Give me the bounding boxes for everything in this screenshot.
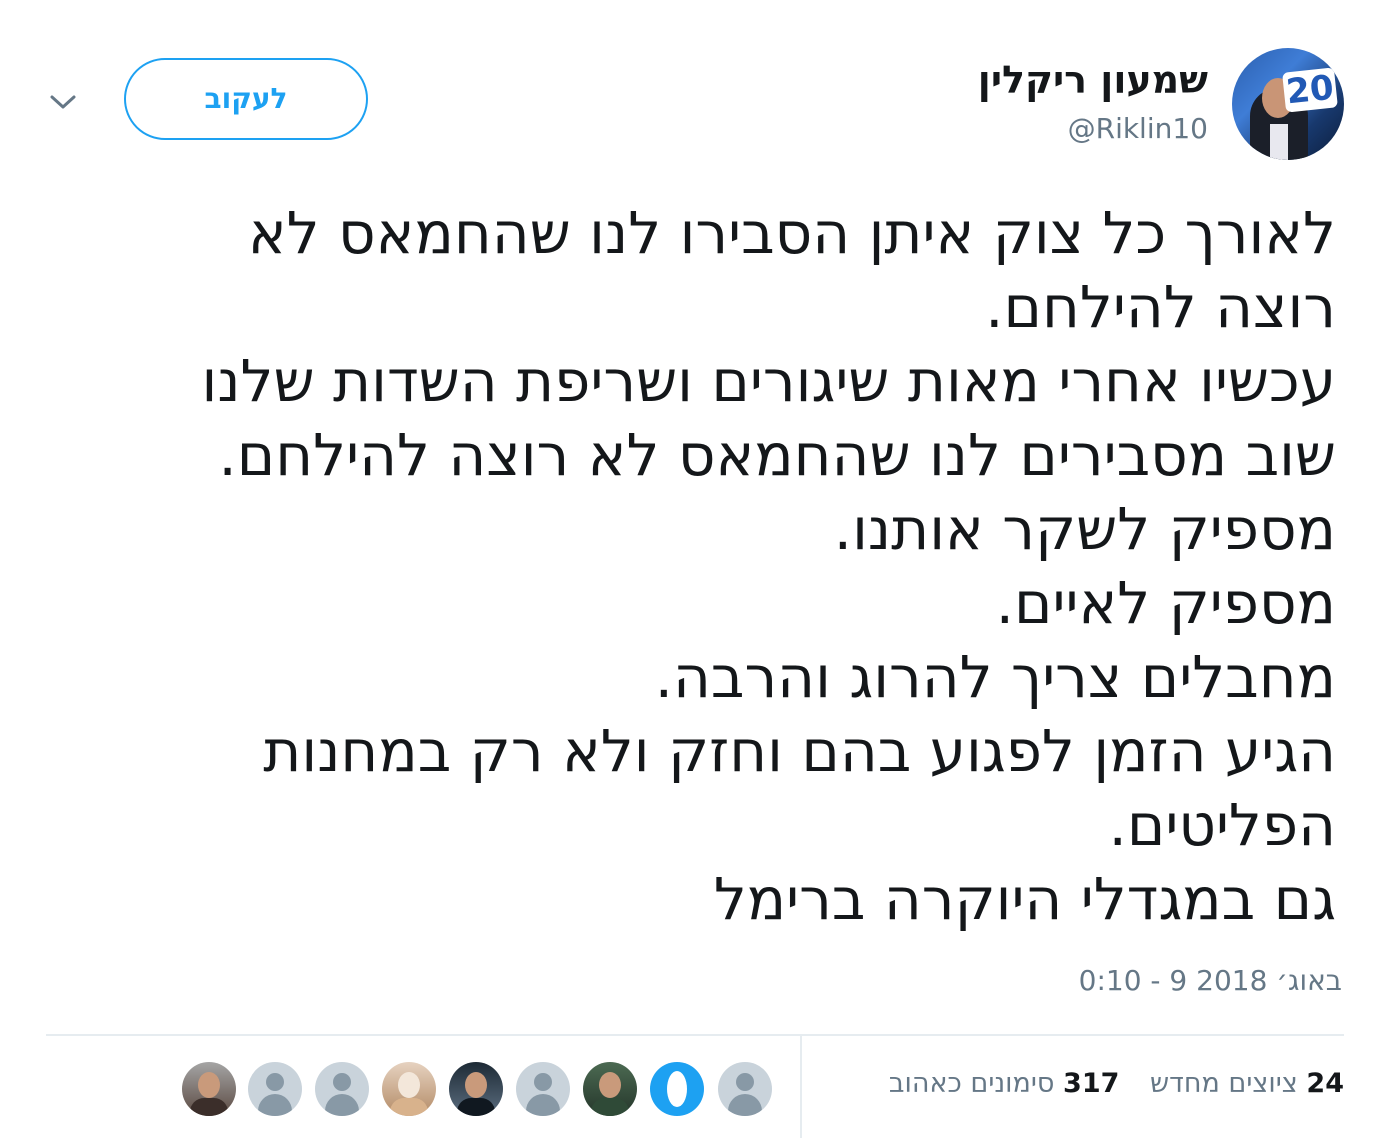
tweet-line: גם במגדלי היוקרה ברימל: [713, 865, 1336, 933]
tweet-line: לאורך כל צוק איתן הסבירו לנו שהחמאס לא: [247, 199, 1336, 267]
liker-face: [465, 1072, 487, 1098]
tweet-text: לאורך כל צוק איתן הסבירו לנו שהחמאס לא ר…: [36, 196, 1336, 936]
likes-stat[interactable]: 317 סימונים כאהוב: [889, 1068, 1120, 1099]
retweets-count: 24: [1306, 1068, 1344, 1099]
avatar-shirt: [1270, 124, 1288, 160]
retweets-label: ציוצים מחדש: [1150, 1068, 1298, 1099]
tweet-line: שוב מסבירים לנו שהחמאס לא רוצה להילחם.: [218, 421, 1336, 489]
tweet-line: מספיק לאיים.: [995, 569, 1336, 637]
liker-face: [398, 1072, 420, 1098]
retweets-stat[interactable]: 24 ציוצים מחדש: [1150, 1068, 1344, 1099]
liker-avatar[interactable]: [449, 1062, 503, 1116]
likes-label: סימונים כאהוב: [888, 1068, 1055, 1099]
tweet-line: הפליטים.: [1108, 791, 1336, 859]
default-avatar-icon[interactable]: [516, 1062, 570, 1116]
default-avatar-icon[interactable]: [718, 1062, 772, 1116]
avatar-badge: 20: [1282, 67, 1338, 113]
author-handle[interactable]: @Riklin10: [1068, 112, 1208, 145]
tweet-header: 20 שמעון ריקלין @Riklin10 לעקוב: [0, 0, 1400, 180]
tweet-line: רוצה להילחם.: [985, 273, 1336, 341]
tweet-line: הגיע הזמן לפגוע בהם וחזק ולא רק במחנות: [263, 717, 1336, 785]
liker-shirt: [390, 1098, 428, 1116]
egg-avatar-icon[interactable]: [650, 1062, 704, 1116]
follow-button[interactable]: לעקוב: [124, 58, 368, 140]
tweet-line: מספיק לשקר אותנו.: [833, 495, 1336, 563]
stats-divider: [800, 1034, 802, 1138]
liker-avatar[interactable]: [382, 1062, 436, 1116]
liker-face: [198, 1072, 220, 1098]
default-avatar-icon[interactable]: [315, 1062, 369, 1116]
liker-shirt: [591, 1098, 629, 1116]
tweet-line: עכשיו אחרי מאות שיגורים ושריפת השדות שלנ…: [201, 347, 1336, 415]
tweet-timestamp[interactable]: 0:10 - 9 באוג׳ 2018: [1079, 964, 1342, 997]
likes-count: 317: [1063, 1068, 1120, 1099]
default-avatar-icon[interactable]: [248, 1062, 302, 1116]
liker-avatar[interactable]: [182, 1062, 236, 1116]
author-display-name[interactable]: שמעון ריקלין: [978, 58, 1208, 102]
likers-avatars: [182, 1062, 782, 1118]
tweet-line: מחבלים צריך להרוג והרבה.: [654, 643, 1336, 711]
liker-shirt: [190, 1098, 228, 1116]
chevron-down-icon[interactable]: [48, 90, 78, 114]
tweet-stats: 24 ציוצים מחדש 317 סימונים כאהוב: [867, 1068, 1344, 1099]
liker-shirt: [457, 1098, 495, 1116]
author-avatar[interactable]: 20: [1232, 48, 1344, 160]
liker-avatar[interactable]: [583, 1062, 637, 1116]
divider: [46, 1034, 1344, 1036]
liker-face: [599, 1072, 621, 1098]
